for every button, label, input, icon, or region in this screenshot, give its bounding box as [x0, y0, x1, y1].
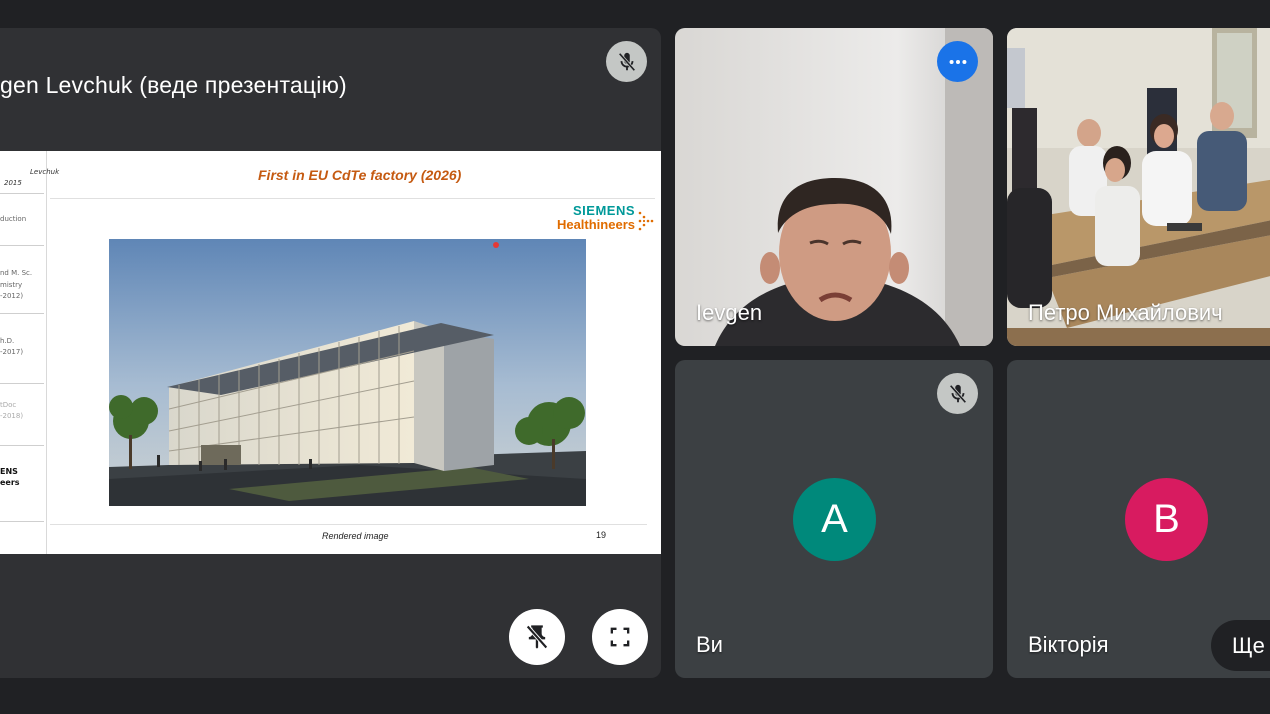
unpin-icon [526, 625, 548, 649]
participant-tile-petro[interactable]: Петро Михайлович [1007, 28, 1270, 346]
presenter-muted-icon [606, 41, 647, 82]
presenter-name: gen Levchuk (веде презентацію) [0, 72, 347, 98]
slide-sidebar: Levchuk 2015 duction nd M. Sc. mistry -2… [0, 151, 59, 554]
slide-caption: Rendered image [322, 531, 389, 541]
more-participants-button[interactable]: Ще [1211, 620, 1270, 671]
slide-sidebar-text: -2012) [0, 292, 24, 300]
slide-sidebar-text: tDoc [0, 401, 17, 409]
more-options-icon [949, 59, 966, 64]
slide-sidebar-text: duction [0, 215, 27, 223]
participant-tile-self[interactable]: A Ви [675, 360, 993, 678]
more-options-button[interactable] [937, 41, 978, 82]
avatar: A [793, 478, 876, 561]
slide-sidebar-text: -2018) [0, 412, 24, 420]
slide-sidebar-text: Levchuk [30, 168, 60, 176]
participant-video [1007, 28, 1270, 346]
presenter-tile[interactable]: gen Levchuk (веде презентацію) Levchuk 2… [0, 28, 661, 678]
slide-sidebar-text: mistry [0, 281, 23, 289]
presentation-slide: Levchuk 2015 duction nd M. Sc. mistry -2… [0, 151, 661, 554]
unpin-button[interactable] [509, 609, 565, 665]
slide-sidebar-logo-text: eers [0, 478, 20, 487]
slide-sidebar-text: nd M. Sc. [0, 269, 33, 277]
siemens-dots-icon [638, 211, 654, 231]
mic-off-icon [949, 384, 966, 403]
participant-name: Вікторія [1028, 632, 1109, 657]
avatar: B [1125, 478, 1208, 561]
slide-page-number: 19 [596, 530, 607, 540]
fullscreen-button[interactable] [592, 609, 648, 665]
participant-name: Ви [696, 632, 723, 657]
participant-name: Ievgen [696, 300, 763, 325]
fullscreen-icon [610, 627, 630, 647]
participant-muted-icon [937, 373, 978, 414]
slide-sidebar-logo-text: ENS [0, 467, 18, 476]
participant-name: Петро Михайлович [1028, 300, 1223, 325]
factory-render-image [109, 239, 586, 506]
slide-title: First in EU CdTe factory (2026) [258, 167, 462, 183]
slide-sidebar-text: -2017) [0, 348, 24, 356]
laser-pointer [493, 242, 499, 248]
siemens-healthineers-logo: SIEMENS Healthineers [556, 203, 635, 232]
mic-off-icon [618, 52, 635, 71]
slide-sidebar-text: h.D. [0, 337, 15, 345]
participant-tile-ievgen[interactable]: Ievgen [675, 28, 993, 346]
slide-sidebar-text: 2015 [4, 179, 22, 187]
